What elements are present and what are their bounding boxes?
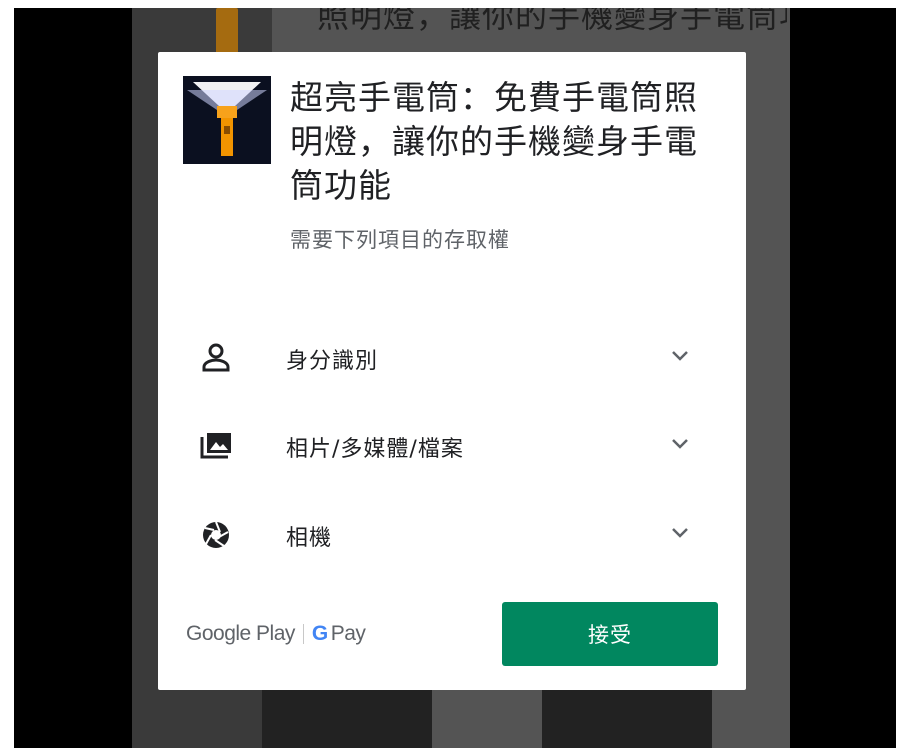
google-play-wordmark: Google Play xyxy=(186,622,295,645)
photo-folder-icon xyxy=(200,433,231,459)
background-screenshot-left xyxy=(262,688,432,748)
permission-dialog: 超亮手電筒：免費手電筒照明燈，讓你的手機變身手電筒功能 需要下列項目的存取權 身… xyxy=(158,52,746,690)
person-icon xyxy=(202,343,230,372)
google-play-gpay-logo: Google Play G Pay xyxy=(186,619,366,649)
background-screenshot-right xyxy=(542,688,712,748)
pay-wordmark: Pay xyxy=(330,622,366,645)
flashlight-icon xyxy=(183,76,271,164)
permission-subtitle: 需要下列項目的存取權 xyxy=(290,228,510,252)
permission-label-media: 相片/多媒體/檔案 xyxy=(286,437,464,462)
background-app-title: 照明燈，讓你的手機變身手電筒功能 xyxy=(317,8,787,35)
permission-label-camera: 相機 xyxy=(286,526,333,551)
permission-row-identity[interactable]: 身分識別 xyxy=(158,327,746,387)
permission-label-identity: 身分識別 xyxy=(286,349,379,374)
chevron-down-icon[interactable] xyxy=(670,349,690,363)
permission-row-media[interactable]: 相片/多媒體/檔案 xyxy=(158,415,746,475)
brand-divider xyxy=(302,624,304,644)
google-g-logo: G xyxy=(311,622,328,645)
chevron-down-icon[interactable] xyxy=(670,437,690,451)
permission-row-camera[interactable]: 相機 xyxy=(158,504,746,564)
chevron-down-icon[interactable] xyxy=(670,526,690,540)
app-title: 超亮手電筒：免費手電筒照明燈，讓你的手機變身手電筒功能 xyxy=(290,78,698,205)
accept-button[interactable]: 接受 xyxy=(502,602,718,666)
camera-aperture-icon xyxy=(203,521,229,548)
